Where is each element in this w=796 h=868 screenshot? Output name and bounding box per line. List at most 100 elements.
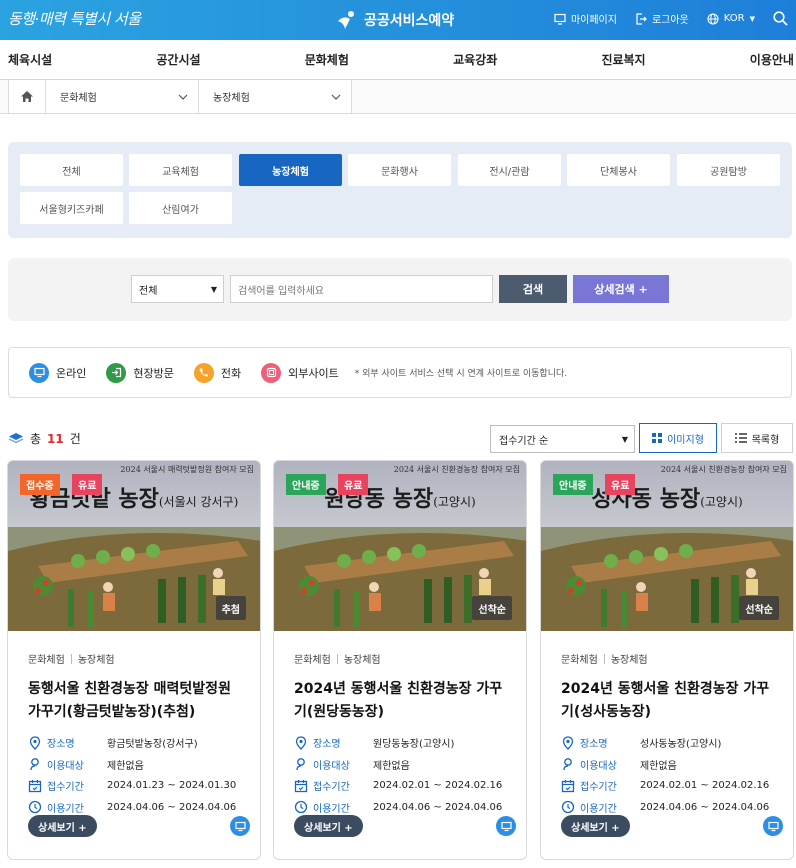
nav-item-space[interactable]: 공간시설 [156,51,200,68]
language-select[interactable]: KOR ▼ [707,12,755,25]
search-submit-button[interactable]: 검색 [499,275,567,303]
card-subcategory: 농장체험 [77,655,115,666]
card-thumbnail[interactable]: 2024 서울시 매력텃밭정원 참여자 모집 황금텃밭 농장(서울시 강서구) … [8,461,260,631]
info-usage-label: 이용기간 [47,803,84,815]
info-target: 이용대상 제한없음 [28,754,240,776]
info-usage-label: 이용기간 [580,803,617,815]
info-place-label: 장소명 [313,739,341,751]
banner-region: (서울시 강서구) [158,495,239,509]
card-title[interactable]: 동행서울 친환경농장 매력텃밭정원 가꾸기(황금텃밭농장)(추첨) [28,678,240,724]
result-count-number: 11 [47,431,64,446]
selection-method-badge: 선착순 [472,596,512,620]
tab-culture-event[interactable]: 문화행사 [348,154,451,186]
info-target-value: 제한없음 [107,760,144,772]
fee-badge: 유료 [72,474,103,495]
result-count: 총 11 건 [8,430,81,447]
advanced-search-button[interactable]: 상세검색 + [573,275,669,303]
selection-method-badge: 선착순 [739,596,779,620]
info-reception: 접수기간 2024.02.01 ~ 2024.02.16 [294,775,506,797]
legend-online-label: 온라인 [56,366,87,380]
seoul-slogan-logo[interactable]: 동행·매력 특별시 서울 [8,8,141,29]
search-button[interactable] [773,11,788,26]
card-categories: 문화체험 농장체험 [561,651,773,666]
program-card[interactable]: 2024 서울시 친환경농장 참여자 모집 성사동 농장(고양시) 안내중 유료… [540,460,794,860]
nav-item-culture[interactable]: 문화체험 [305,51,349,68]
card-categories: 문화체험 농장체험 [28,651,240,666]
list-view-button[interactable]: 목록형 [721,423,793,453]
card-thumbnail[interactable]: 2024 서울시 친환경농장 참여자 모집 원당동 농장(고양시) 안내중 유료… [274,461,526,631]
breadcrumb-level1-select[interactable]: 문화체험 [46,80,199,113]
info-reception-label: 접수기간 [47,782,84,794]
monitor-icon [29,362,49,383]
sort-select[interactable]: 접수기간 순 ▼ [490,425,635,453]
location-pin-icon [562,736,574,750]
search-input[interactable]: 검색어를 입력하세요 [230,275,493,303]
search-panel: 전체 ▼ 검색어를 입력하세요 검색 상세검색 + [8,258,792,321]
result-count-prefix: 총 [30,432,42,446]
card-title[interactable]: 2024년 동행서울 친환경농장 가꾸기(원당동농장) [294,678,506,724]
home-button[interactable] [8,80,46,113]
calendar-icon [294,779,308,792]
tab-kids-cafe[interactable]: 서울형키즈카페 [20,192,123,224]
location-pin-icon [29,736,41,750]
selection-method-badge: 추첨 [215,596,246,620]
brand-logo[interactable]: 공공서비스예약 [336,9,454,31]
info-target-value: 제한없음 [373,760,410,772]
info-target-label: 이용대상 [313,760,350,772]
nav-item-education[interactable]: 교육강좌 [453,51,497,68]
card-thumbnail[interactable]: 2024 서울시 친환경농장 참여자 모집 성사동 농장(고양시) 안내중 유료… [541,461,793,631]
tab-all[interactable]: 전체 [20,154,123,186]
breadcrumb-level1-label: 문화체험 [60,93,97,104]
home-icon [21,91,33,102]
reservation-method-legend: 온라인 현장방문 전화 외부사이트 * 외부 사이트 서비스 선택 시 연계 사… [8,347,792,398]
list-icon [734,433,747,443]
category-filter: 전체 교육체험 농장체험 문화행사 전시/관람 단체봉사 공원탐방 서울형키즈카… [8,142,792,238]
monitor-icon [554,13,566,25]
search-scope-select[interactable]: 전체 ▼ [131,275,224,303]
info-reception-value: 2024.01.23 ~ 2024.01.30 [107,780,237,792]
info-place: 장소명 황금텃밭농장(강서구) [28,732,240,754]
card-title[interactable]: 2024년 동행서울 친환경농장 가꾸기(성사동농장) [561,678,773,724]
program-card[interactable]: 2024 서울시 친환경농장 참여자 모집 원당동 농장(고양시) 안내중 유료… [273,460,527,860]
info-usage-value: 2024.04.06 ~ 2024.04.06 [373,801,503,813]
breadcrumb-level2-select[interactable]: 농장체험 [199,80,352,113]
tab-forest-leisure[interactable]: 산림여가 [129,192,232,224]
calendar-icon [561,779,575,792]
legend-external-label: 외부사이트 [288,366,339,380]
info-place-value: 성사동농장(고양시) [640,739,722,751]
info-reception-label: 접수기간 [313,782,350,794]
tab-group-volunteer[interactable]: 단체봉사 [567,154,670,186]
image-view-button[interactable]: 이미지형 [639,423,717,453]
mypage-link[interactable]: 마이페이지 [554,11,617,26]
info-target-value: 제한없음 [640,760,677,772]
banner-region: (고양시) [433,495,476,509]
legend-phone: 전화 [193,362,242,383]
tab-exhibition[interactable]: 전시/관람 [458,154,561,186]
info-place-value: 황금텃밭농장(강서구) [107,739,198,751]
banner-subtitle: 2024 서울시 친환경농장 참여자 모집 [660,465,787,474]
tab-park-tour[interactable]: 공원탐방 [677,154,780,186]
online-reservation-icon [763,816,783,836]
online-reservation-icon [230,816,250,836]
tab-farm-experience[interactable]: 농장체험 [239,154,342,186]
program-card[interactable]: 2024 서울시 매력텃밭정원 참여자 모집 황금텃밭 농장(서울시 강서구) … [7,460,261,860]
tab-education-experience[interactable]: 교육체험 [129,154,232,186]
top-header: 동행·매력 특별시 서울 공공서비스예약 마이페이지 로그아웃 KOR ▼ [0,0,796,40]
location-pin-icon [295,736,307,750]
detail-button[interactable]: 상세보기 + [28,815,97,837]
chevron-down-icon [331,94,341,100]
detail-button[interactable]: 상세보기 + [561,815,630,837]
nav-item-sports[interactable]: 체육시설 [8,51,52,68]
info-target-label: 이용대상 [580,760,617,772]
nav-item-guide[interactable]: 이용안내 [750,51,794,68]
user-icon [563,758,572,771]
info-reception-value: 2024.02.01 ~ 2024.02.16 [640,780,770,792]
search-icon [773,11,788,26]
fee-badge: 유료 [605,474,636,495]
detail-button[interactable]: 상세보기 + [294,815,363,837]
nav-item-welfare[interactable]: 진료복지 [601,51,645,68]
legend-phone-label: 전화 [220,366,242,380]
layers-icon [8,433,24,444]
logout-link[interactable]: 로그아웃 [635,11,689,26]
fee-badge: 유료 [338,474,369,495]
